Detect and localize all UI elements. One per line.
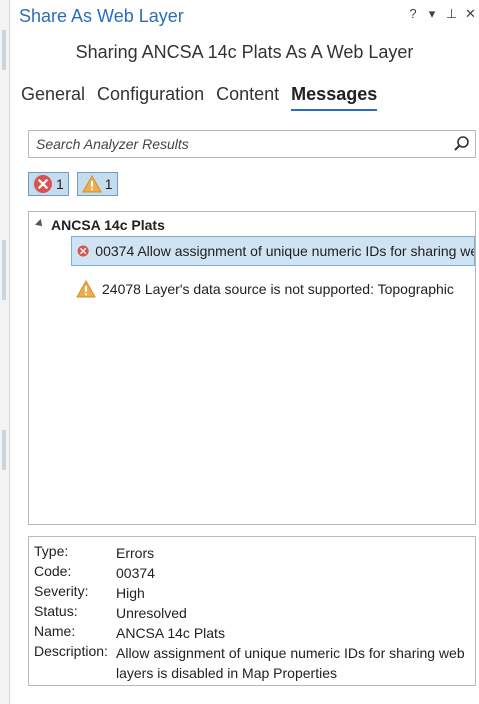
close-button[interactable]: ✕ — [465, 6, 476, 22]
warning-icon — [81, 174, 102, 193]
errors-filter-button[interactable]: 1 — [28, 172, 69, 196]
errors-count: 1 — [56, 176, 64, 192]
warning-icon — [76, 279, 96, 298]
message-text: 00374 Allow assignment of unique numeric… — [95, 243, 474, 259]
pane-title-buttons: ? ▾ ⊥ ✕ — [408, 6, 476, 22]
detail-row-description: Description: Allow assignment of unique … — [34, 643, 466, 683]
detail-value: 00374 — [116, 565, 155, 581]
analyzer-results-list: ANCSA 14c Plats 00374 Allow assignment o… — [28, 211, 476, 525]
tab-configuration[interactable]: Configuration — [97, 84, 204, 111]
map-edge-mark — [2, 30, 6, 70]
detail-row-code: Code: 00374 — [34, 563, 466, 583]
layer-group[interactable]: ANCSA 14c Plats — [35, 217, 165, 233]
page-subtitle: Sharing ANCSA 14c Plats As A Web Layer — [75, 42, 414, 62]
detail-value: Unresolved — [116, 605, 187, 621]
tab-messages[interactable]: Messages — [291, 84, 378, 111]
detail-row-status: Status: Unresolved — [34, 603, 466, 623]
error-icon — [34, 175, 52, 193]
detail-label: Severity: — [34, 583, 89, 599]
pane-menu-button[interactable]: ▾ — [427, 6, 437, 22]
pin-button[interactable]: ⊥ — [446, 6, 457, 22]
help-button[interactable]: ? — [408, 6, 418, 22]
tab-general[interactable]: General — [21, 84, 85, 111]
detail-label: Name: — [34, 623, 76, 639]
share-web-layer-pane: Share As Web Layer ? ▾ ⊥ ✕ Sharing ANCSA… — [10, 0, 479, 704]
message-text: 24078 Layer's data source is not support… — [102, 281, 454, 297]
map-edge-mark — [2, 240, 6, 300]
search-icon[interactable] — [453, 135, 471, 153]
detail-row-type: Type: Errors — [34, 543, 466, 563]
pane-title: Share As Web Layer — [19, 6, 184, 26]
list-item[interactable]: 00374 Allow assignment of unique numeric… — [71, 236, 475, 266]
pane-titlebar: Share As Web Layer ? ▾ ⊥ ✕ — [10, 0, 479, 34]
tab-bar: General Configuration Content Messages — [21, 84, 389, 111]
detail-value: Allow assignment of unique numeric IDs f… — [116, 645, 465, 681]
detail-value: High — [116, 585, 145, 601]
message-details-panel: Type: Errors Code: 00374 Severity: High … — [28, 536, 476, 686]
detail-label: Status: — [34, 603, 78, 619]
search-input[interactable] — [36, 135, 446, 153]
map-edge-mark — [2, 430, 6, 470]
error-icon — [77, 245, 89, 257]
tab-content[interactable]: Content — [216, 84, 279, 111]
warnings-count: 1 — [104, 176, 113, 192]
detail-label: Type: — [34, 543, 69, 559]
search-box — [28, 130, 476, 158]
warnings-filter-button[interactable]: 1 — [76, 172, 118, 196]
detail-label: Code: — [34, 563, 72, 579]
detail-row-name: Name: ANCSA 14c Plats — [34, 623, 466, 643]
detail-label: Description: — [34, 643, 108, 659]
detail-value: ANCSA 14c Plats — [116, 625, 225, 641]
map-view-edge — [0, 0, 10, 704]
detail-row-severity: Severity: High — [34, 583, 466, 603]
list-item[interactable]: 24078 Layer's data source is not support… — [71, 274, 475, 304]
layer-group-label: ANCSA 14c Plats — [51, 217, 165, 233]
detail-value: Errors — [116, 545, 155, 561]
filter-buttons: 1 1 — [28, 172, 118, 196]
collapse-caret-icon[interactable] — [35, 219, 45, 229]
